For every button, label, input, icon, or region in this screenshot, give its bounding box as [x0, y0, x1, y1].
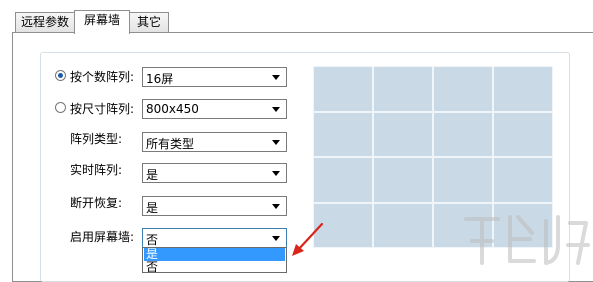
chevron-down-icon — [272, 204, 280, 209]
realtime-array-value: 是 — [146, 168, 159, 182]
watermark-logo-icon — [464, 215, 590, 265]
by-size-select[interactable]: 800x450 — [142, 99, 287, 119]
realtime-array-label: 实时阵列: — [70, 163, 123, 177]
tab-label: 远程参数 — [20, 15, 69, 29]
reconnect-value: 是 — [146, 201, 159, 215]
preview-cell — [313, 66, 373, 112]
array-type-select[interactable]: 所有类型 — [142, 132, 287, 152]
preview-cell — [493, 112, 553, 157]
enable-wall-dropdown: 是 否 — [142, 247, 287, 273]
reconnect-select[interactable]: 是 — [142, 196, 287, 216]
realtime-array-select[interactable]: 是 — [142, 163, 287, 183]
tab-remote-params[interactable]: 远程参数 — [15, 12, 75, 32]
preview-cell — [493, 66, 553, 112]
radio-by-size[interactable] — [55, 102, 66, 113]
chevron-down-icon — [272, 75, 280, 80]
dropdown-option-no[interactable]: 否 — [144, 261, 285, 273]
preview-cell — [373, 203, 433, 248]
by-size-label: 按尺寸阵列: — [70, 102, 135, 116]
tab-other[interactable]: 其它 — [129, 12, 169, 32]
preview-cell — [313, 157, 373, 203]
chevron-down-icon — [272, 236, 280, 241]
chevron-down-icon — [272, 107, 280, 112]
preview-cell — [373, 66, 433, 112]
enable-wall-label: 启用屏幕墙: — [70, 230, 135, 244]
chevron-down-icon — [272, 140, 280, 145]
tab-label: 屏幕墙 — [83, 13, 120, 27]
reconnect-label: 断开恢复: — [70, 196, 123, 210]
array-type-label: 阵列类型: — [70, 132, 123, 146]
preview-cell — [433, 112, 493, 157]
preview-cell — [433, 66, 493, 112]
red-arrow-icon — [292, 222, 324, 256]
enable-wall-value: 否 — [146, 233, 159, 247]
chevron-down-icon — [272, 171, 280, 176]
preview-cell — [313, 112, 373, 157]
preview-cell — [373, 112, 433, 157]
array-type-value: 所有类型 — [146, 137, 195, 151]
by-count-value: 16屏 — [146, 72, 174, 86]
by-size-value: 800x450 — [146, 102, 199, 116]
preview-cell — [433, 157, 493, 203]
preview-cell — [373, 157, 433, 203]
tab-label: 其它 — [136, 15, 161, 29]
by-count-label: 按个数阵列: — [70, 70, 135, 84]
by-count-select[interactable]: 16屏 — [142, 67, 287, 87]
dropdown-option-yes[interactable]: 是 — [144, 248, 285, 261]
radio-by-count[interactable] — [55, 70, 66, 81]
enable-wall-select[interactable]: 否 — [142, 228, 287, 248]
tab-screen-wall[interactable]: 屏幕墙 — [74, 10, 130, 34]
preview-cell — [493, 157, 553, 203]
settings-window: 远程参数 屏幕墙 其它 按个数阵列: 16屏 按尺寸阵列: 800x450 阵列… — [0, 0, 593, 282]
